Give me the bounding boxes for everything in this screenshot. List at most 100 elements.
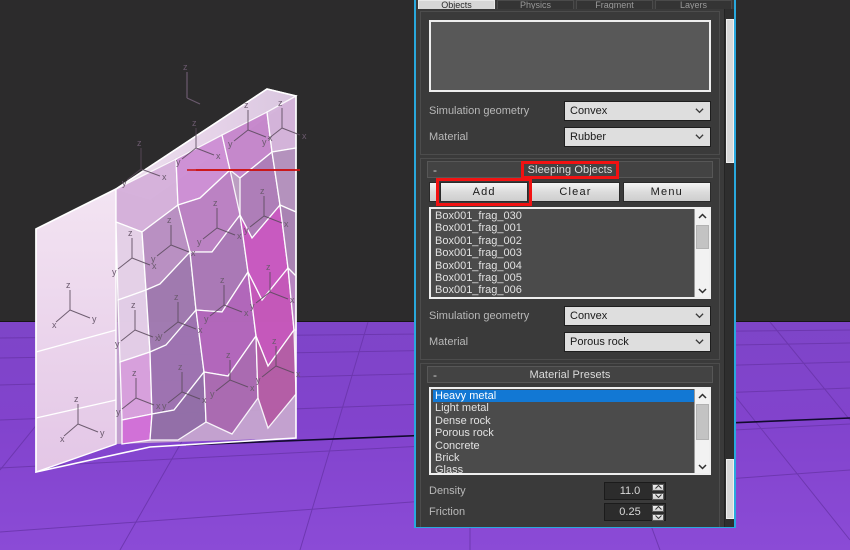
list-item[interactable]: Brick (433, 452, 694, 464)
clear-button[interactable]: Clear (531, 182, 620, 202)
list-item[interactable]: Box001_frag_006 (433, 284, 694, 296)
unyielding-objects-list[interactable] (429, 20, 711, 92)
density-stepper[interactable] (652, 483, 664, 500)
material-presets-rollout-header[interactable]: - Material Presets (427, 366, 713, 383)
tab-objects[interactable]: Objects (418, 0, 495, 9)
svg-text:y: y (176, 157, 181, 167)
svg-text:y: y (122, 178, 127, 188)
scroll-down-icon[interactable] (695, 459, 709, 473)
list-item[interactable]: Light metal (433, 402, 694, 414)
scroll-down-icon[interactable] (695, 283, 709, 297)
svg-text:z: z (266, 262, 271, 272)
list-item[interactable]: Box001_frag_004 (433, 260, 694, 272)
chevron-down-icon (695, 133, 704, 139)
unyielding-simulation-geometry-row: Simulation geometry Convex (429, 100, 711, 121)
tab-objects-label: Objects (441, 0, 472, 9)
unyielding-simulation-geometry-dropdown[interactable]: Convex (564, 100, 711, 121)
tab-layers[interactable]: Layers (655, 0, 732, 9)
svg-text:y: y (162, 401, 167, 411)
svg-text:z: z (213, 198, 218, 208)
unyielding-simulation-geometry-value: Convex (570, 104, 608, 117)
list-item[interactable]: Porous rock (433, 427, 694, 439)
svg-text:y: y (228, 139, 233, 149)
svg-text:x: x (296, 369, 301, 379)
list-item[interactable]: Box001_frag_002 (433, 235, 694, 247)
svg-text:z: z (128, 228, 133, 238)
friction-spinner[interactable]: 0.25 (604, 502, 666, 521)
scroll-up-icon[interactable] (695, 389, 709, 403)
density-spinner[interactable]: 11.0 (604, 481, 666, 500)
svg-text:x: x (290, 295, 295, 305)
density-row: Density 11.0 (429, 481, 711, 500)
svg-text:y: y (210, 389, 215, 399)
list-item[interactable]: Box001_frag_001 (433, 222, 694, 234)
sleeping-objects-list-items[interactable]: Box001_frag_030 Box001_frag_001 Box001_fra… (431, 209, 694, 297)
svg-text:y: y (116, 407, 121, 417)
list-item[interactable]: Box001_frag_003 (433, 247, 694, 259)
chevron-down-icon (695, 107, 704, 113)
stepper-up-icon[interactable] (652, 483, 664, 491)
material-presets-list[interactable]: Heavy metal Light metal Dense rock Porous r… (429, 387, 711, 475)
friction-stepper[interactable] (652, 504, 664, 521)
unyielding-material-label: Material (429, 130, 469, 143)
list-item[interactable]: Glass (433, 464, 694, 473)
list-item[interactable]: Heavy metal (433, 390, 694, 403)
add-button[interactable]: Add (440, 182, 529, 202)
scroll-thumb[interactable] (696, 225, 709, 249)
list-item[interactable]: Box001_frag_005 (433, 272, 694, 284)
material-presets-scrollbar[interactable] (694, 389, 709, 473)
scroll-up-icon[interactable] (695, 209, 709, 223)
panel-tab-strip[interactable]: Objects Physics Fragment Layers (416, 0, 734, 9)
material-presets-list-items[interactable]: Heavy metal Light metal Dense rock Porous r… (431, 389, 694, 473)
tab-fragment[interactable]: Fragment (576, 0, 653, 9)
chevron-down-icon (695, 312, 704, 318)
sleeping-objects-list[interactable]: Box001_frag_030 Box001_frag_001 Box001_fra… (429, 207, 711, 299)
scroll-thumb[interactable] (696, 404, 709, 440)
sleeping-objects-pick-button[interactable] (429, 182, 437, 202)
rollout-collapse-icon[interactable]: - (433, 369, 437, 381)
svg-text:z: z (174, 292, 179, 302)
svg-text:y: y (158, 331, 163, 341)
svg-text:z: z (74, 394, 79, 404)
sleeping-material-value: Porous rock (570, 335, 629, 348)
svg-text:y: y (244, 225, 249, 235)
rollout-collapse-icon[interactable]: - (433, 164, 437, 176)
svg-text:y: y (197, 237, 202, 247)
list-item[interactable]: Box001_frag_030 (433, 210, 694, 222)
app-root: zxy zxy zxy zxy zxy zxy zxy zxy zxy zxy … (0, 0, 850, 550)
svg-text:y: y (115, 339, 120, 349)
svg-text:y: y (256, 375, 261, 385)
panel-scrollbar[interactable] (724, 9, 734, 527)
svg-text:y: y (250, 301, 255, 311)
command-panel[interactable]: Objects Physics Fragment Layers Simulati… (416, 0, 734, 527)
tab-physics[interactable]: Physics (497, 0, 574, 9)
svg-text:x: x (250, 383, 255, 393)
list-item[interactable]: Concrete (433, 440, 694, 452)
stepper-up-icon[interactable] (652, 504, 664, 512)
svg-text:z: z (66, 280, 71, 290)
sleeping-objects-rollout-header[interactable]: - Sleeping Objects (427, 161, 713, 178)
unyielding-objects-group: Simulation geometry Convex Material Rubb… (420, 11, 720, 155)
svg-text:y: y (92, 314, 97, 324)
menu-button[interactable]: Menu (622, 182, 711, 202)
stepper-down-icon[interactable] (652, 492, 664, 500)
svg-text:x: x (244, 308, 249, 318)
unyielding-material-value: Rubber (570, 130, 607, 143)
list-item[interactable]: Box001_frag_007 (433, 297, 694, 298)
sleeping-simulation-geometry-dropdown[interactable]: Convex (564, 305, 711, 326)
svg-text:z: z (178, 362, 183, 372)
unyielding-material-dropdown[interactable]: Rubber (564, 126, 711, 147)
sleeping-material-dropdown[interactable]: Porous rock (564, 331, 711, 352)
svg-text:x: x (237, 231, 242, 241)
sleeping-objects-scrollbar[interactable] (694, 209, 709, 297)
list-item[interactable]: Dense rock (433, 415, 694, 427)
svg-text:z: z (131, 300, 136, 310)
panel-scroll-thumb-lower[interactable] (726, 459, 734, 519)
stepper-down-icon[interactable] (652, 513, 664, 521)
svg-text:x: x (52, 320, 57, 330)
sleeping-simulation-geometry-row: Simulation geometry Convex (429, 305, 711, 326)
svg-text:z: z (220, 275, 225, 285)
svg-text:x: x (284, 219, 289, 229)
svg-text:x: x (268, 133, 273, 143)
panel-scroll-thumb-upper[interactable] (726, 19, 734, 163)
